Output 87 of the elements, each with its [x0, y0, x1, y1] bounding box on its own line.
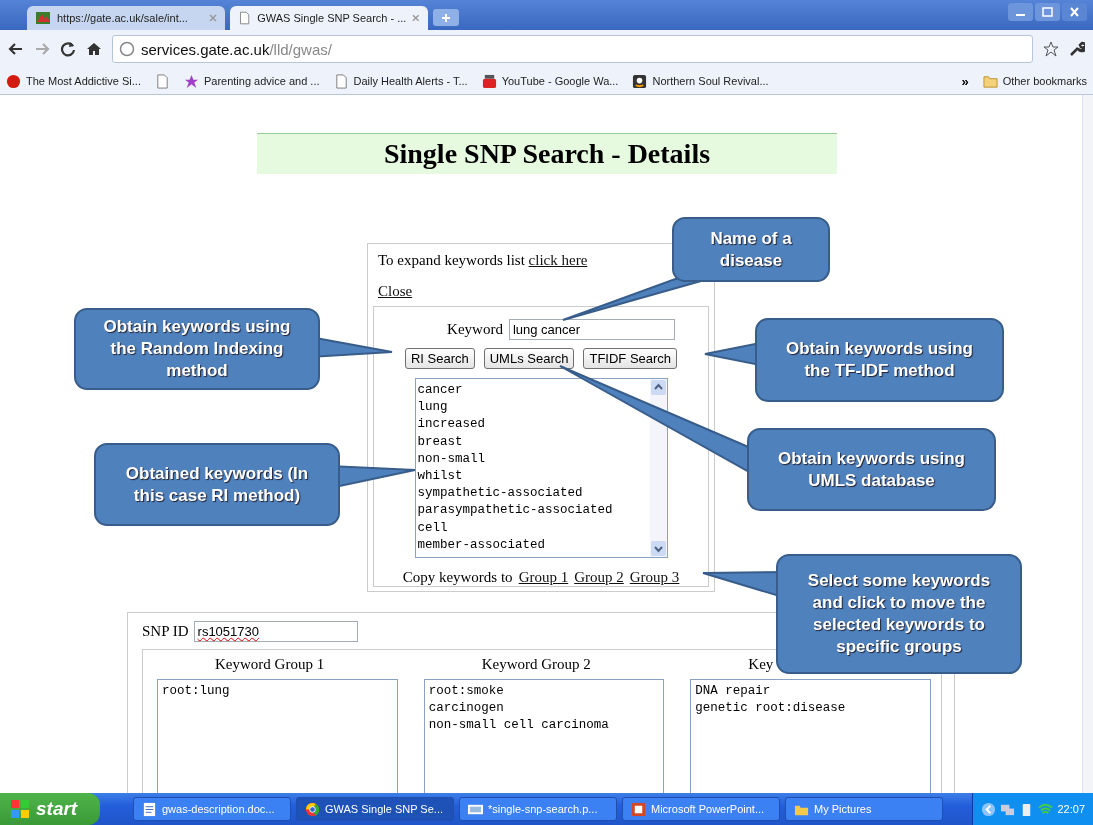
back-icon[interactable]	[8, 41, 24, 57]
taskbar-item[interactable]: My Pictures	[785, 797, 943, 821]
copy-label: Copy keywords to	[402, 569, 513, 586]
group-keyword: root:lung	[162, 683, 231, 700]
folder-icon	[982, 73, 998, 89]
search-button[interactable]: RI Search	[404, 348, 475, 369]
callout: Select some keywords and click to move the selected keywords to specific groups	[776, 554, 1022, 674]
minimize-icon[interactable]	[1008, 3, 1033, 21]
keyword-option[interactable]: member-associated	[417, 536, 648, 555]
keyword-option[interactable]: cancer	[417, 382, 648, 400]
taskbar-item[interactable]: *single-snp-search.p...	[459, 797, 617, 821]
scroll-up-icon[interactable]	[649, 379, 667, 396]
expand-text: To expand keywords list	[378, 252, 525, 268]
search-button[interactable]: UMLs Search	[483, 348, 575, 369]
snp-label: SNP ID	[142, 623, 189, 640]
expand-link[interactable]: click here	[528, 252, 588, 268]
star-icon	[183, 73, 199, 89]
keyword-option[interactable]: increased	[417, 416, 648, 434]
search-button[interactable]: TFIDF Search	[583, 348, 678, 369]
callout: Obtain keywords using UMLS database	[747, 428, 996, 511]
bookmark[interactable]	[154, 73, 170, 89]
keyword-option[interactable]: sympathetic-associated	[417, 485, 648, 503]
slides-icon	[631, 801, 646, 817]
keyword-field[interactable]: lung cancer	[508, 319, 675, 340]
group-link[interactable]: Group 2	[574, 569, 624, 586]
taskbar-item[interactable]: GWAS Single SNP Se...	[296, 797, 454, 821]
bookmark[interactable]: Parenting advice and ...	[183, 73, 320, 89]
group-keyword: DNA repair	[695, 683, 772, 700]
new-tab-button[interactable]	[433, 9, 459, 26]
group-link[interactable]: Group 1	[518, 569, 569, 586]
scroll-down-icon[interactable]	[649, 540, 667, 557]
forward-icon[interactable]	[34, 41, 50, 57]
home-icon[interactable]	[86, 41, 102, 57]
bookmark[interactable]: Daily Health Alerts - T...	[333, 73, 468, 89]
keyword-label: Keyword	[447, 321, 503, 338]
callout: Obtain keywords using the TF-IDF method	[755, 318, 1004, 402]
group-heading: Keyword Group 2	[481, 656, 591, 673]
callout: Obtained keywords (In this case RI method)	[94, 443, 340, 526]
bookmark[interactable]: Northern Soul Revival...	[632, 73, 769, 89]
group-keyword: root:smoke	[428, 683, 505, 700]
group-keyword: genetic root:disease	[695, 700, 847, 717]
group-heading: Keyword Group 1	[215, 656, 325, 673]
shop-icon	[632, 73, 648, 89]
video-icon	[481, 73, 497, 89]
page-icon	[333, 73, 349, 89]
keyword-option[interactable]: whilst	[417, 468, 648, 486]
ball-icon	[6, 73, 21, 89]
site-logo-icon	[35, 10, 51, 26]
keyword-option[interactable]: non-small	[417, 450, 648, 468]
taskbar-item[interactable]: gwas-description.doc...	[133, 797, 291, 821]
group-link[interactable]: Group 3	[629, 569, 680, 586]
group-keyword: non-small cell carcinoma	[428, 717, 610, 734]
reload-icon[interactable]	[60, 41, 76, 57]
browser-tab[interactable]: https://gate.ac.uk/sale/int...	[27, 6, 225, 30]
bookmark[interactable]: YouTube - Google Wa...	[481, 73, 619, 89]
page-icon	[154, 73, 170, 89]
taskbar-item[interactable]: Microsoft PowerPoint...	[622, 797, 780, 821]
close-icon[interactable]	[1062, 3, 1087, 21]
keyword-option[interactable]: breast	[417, 433, 648, 451]
keyword-option[interactable]: parasympathetic-associated	[417, 502, 648, 520]
globe-icon	[119, 41, 135, 57]
snp-field[interactable]: rs1051730	[193, 621, 358, 642]
page-title: Single SNP Search - Details	[257, 133, 837, 174]
star-icon[interactable]	[1043, 41, 1059, 57]
list-scrollbar[interactable]	[649, 379, 667, 557]
close-icon[interactable]	[412, 14, 420, 22]
group-heading: Key	[748, 656, 774, 673]
clock: 22:07	[1057, 803, 1085, 815]
maximize-icon[interactable]	[1035, 3, 1060, 21]
bookmark[interactable]: The Most Addictive Si...	[6, 73, 141, 89]
address-bar[interactable]: services.gate.ac.uk/lld/gwas/	[112, 35, 1033, 63]
browser-tab[interactable]: GWAS Single SNP Search - ...	[230, 6, 428, 30]
browser-icon	[305, 801, 320, 817]
wrench-icon[interactable]	[1069, 41, 1085, 57]
document-icon	[142, 801, 157, 817]
callout: Obtain keywords using the Random Indexing method	[74, 308, 320, 390]
other-bookmarks[interactable]: Other bookmarks	[982, 73, 1087, 89]
group-keyword: carcinogen	[428, 700, 505, 717]
page-icon	[238, 11, 252, 25]
close-link[interactable]: Close	[378, 283, 413, 300]
plus-icon	[441, 12, 451, 23]
callout: Name of a disease	[672, 217, 830, 282]
keyword-option[interactable]: cell	[417, 519, 648, 537]
windows-logo-icon	[10, 799, 30, 819]
more-bookmarks[interactable]: »	[961, 73, 969, 89]
close-icon[interactable]	[209, 14, 217, 22]
page-scrollbar[interactable]	[1082, 95, 1093, 793]
